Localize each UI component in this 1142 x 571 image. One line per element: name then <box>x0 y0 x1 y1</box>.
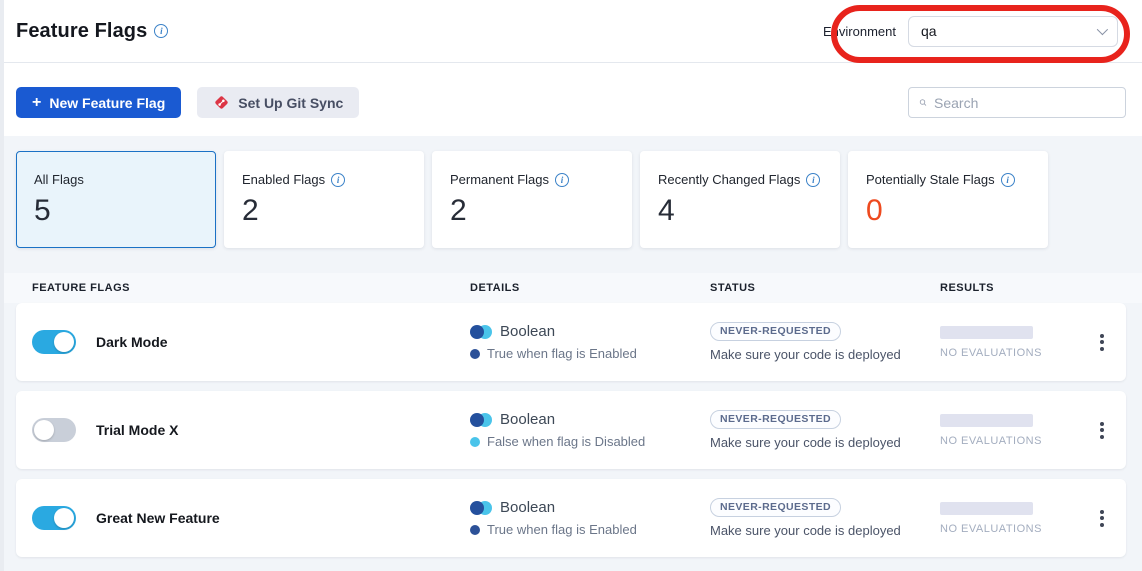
title-bar: Feature Flags i Environment qa <box>0 0 1142 63</box>
sidebar-edge <box>0 0 4 571</box>
stat-label: All Flags <box>34 172 84 187</box>
title-info-icon[interactable]: i <box>154 24 168 38</box>
flag-type-label: Boolean <box>500 323 555 340</box>
plus-icon: + <box>32 95 41 111</box>
search-icon <box>919 95 927 110</box>
stat-card-all-flags[interactable]: All Flags 5 <box>16 151 216 248</box>
status-badge: NEVER-REQUESTED <box>710 322 841 341</box>
toolbar: + New Feature Flag Set Up Git Sync <box>0 63 1142 136</box>
flag-toggle[interactable] <box>32 330 76 354</box>
stat-card-potentially-stale-flags[interactable]: Potentially Stale Flags i 0 <box>848 151 1048 248</box>
flag-toggle[interactable] <box>32 418 76 442</box>
table-row: Trial Mode X Boolean False when flag is … <box>16 391 1126 469</box>
results-label: NO EVALUATIONS <box>940 523 1078 535</box>
flag-toggle[interactable] <box>32 506 76 530</box>
status-message: Make sure your code is deployed <box>710 347 901 362</box>
setup-git-sync-label: Set Up Git Sync <box>238 95 343 111</box>
stat-value: 2 <box>450 194 631 228</box>
search-input[interactable] <box>934 95 1115 111</box>
table-header: FEATURE FLAGS DETAILS STATUS RESULTS <box>0 273 1142 303</box>
flag-value-summary: False when flag is Disabled <box>487 434 645 449</box>
column-header-details: DETAILS <box>470 282 710 294</box>
stat-value: 5 <box>34 194 215 228</box>
flag-name[interactable]: Great New Feature <box>96 510 220 526</box>
git-logo-icon <box>213 94 230 111</box>
new-feature-flag-label: New Feature Flag <box>49 95 165 111</box>
info-icon[interactable]: i <box>555 173 569 187</box>
info-icon[interactable]: i <box>331 173 345 187</box>
status-badge: NEVER-REQUESTED <box>710 498 841 517</box>
page-title: Feature Flags <box>16 20 147 43</box>
stat-label: Potentially Stale Flags <box>866 172 995 187</box>
status-badge: NEVER-REQUESTED <box>710 410 841 429</box>
value-dot-icon <box>470 525 480 535</box>
boolean-type-icon <box>470 501 492 515</box>
chevron-down-icon <box>1097 24 1108 35</box>
stat-cards-row: All Flags 5 Enabled Flags i 2 Permanent … <box>0 136 1142 248</box>
boolean-type-icon <box>470 413 492 427</box>
flag-name[interactable]: Trial Mode X <box>96 422 178 438</box>
row-menu-kebab-icon[interactable] <box>1096 418 1108 443</box>
flag-value-summary: True when flag is Enabled <box>487 346 637 361</box>
column-header-feature-flags: FEATURE FLAGS <box>32 282 470 294</box>
stat-card-permanent-flags[interactable]: Permanent Flags i 2 <box>432 151 632 248</box>
status-message: Make sure your code is deployed <box>710 435 901 450</box>
search-box <box>908 87 1126 118</box>
stat-card-enabled-flags[interactable]: Enabled Flags i 2 <box>224 151 424 248</box>
new-feature-flag-button[interactable]: + New Feature Flag <box>16 87 181 118</box>
value-dot-icon <box>470 437 480 447</box>
row-menu-kebab-icon[interactable] <box>1096 506 1108 531</box>
stat-value: 2 <box>242 194 423 228</box>
stat-label: Enabled Flags <box>242 172 325 187</box>
results-label: NO EVALUATIONS <box>940 347 1078 359</box>
environment-dropdown[interactable]: qa <box>908 16 1118 47</box>
column-header-status: STATUS <box>710 282 940 294</box>
stat-card-recently-changed-flags[interactable]: Recently Changed Flags i 4 <box>640 151 840 248</box>
flag-type-label: Boolean <box>500 411 555 428</box>
stat-value: 4 <box>658 194 839 228</box>
table-row: Great New Feature Boolean True when flag… <box>16 479 1126 557</box>
flag-name[interactable]: Dark Mode <box>96 334 168 350</box>
results-placeholder-bar <box>940 502 1033 515</box>
environment-value: qa <box>921 23 937 39</box>
info-icon[interactable]: i <box>1001 173 1015 187</box>
flag-value-summary: True when flag is Enabled <box>487 522 637 537</box>
table-row: Dark Mode Boolean True when flag is Enab… <box>16 303 1126 381</box>
value-dot-icon <box>470 349 480 359</box>
environment-label: Environment <box>823 24 896 39</box>
stat-label: Permanent Flags <box>450 172 549 187</box>
results-placeholder-bar <box>940 326 1033 339</box>
results-placeholder-bar <box>940 414 1033 427</box>
setup-git-sync-button[interactable]: Set Up Git Sync <box>197 87 359 118</box>
row-menu-kebab-icon[interactable] <box>1096 330 1108 355</box>
status-message: Make sure your code is deployed <box>710 523 901 538</box>
environment-selector-group: Environment qa <box>823 16 1118 47</box>
stat-value: 0 <box>866 194 1047 228</box>
page-header: Feature Flags i Environment qa + New Fea… <box>0 0 1142 136</box>
flag-type-label: Boolean <box>500 499 555 516</box>
info-icon[interactable]: i <box>806 173 820 187</box>
column-header-results: RESULTS <box>940 282 1094 294</box>
results-label: NO EVALUATIONS <box>940 435 1078 447</box>
stat-label: Recently Changed Flags <box>658 172 800 187</box>
boolean-type-icon <box>470 325 492 339</box>
